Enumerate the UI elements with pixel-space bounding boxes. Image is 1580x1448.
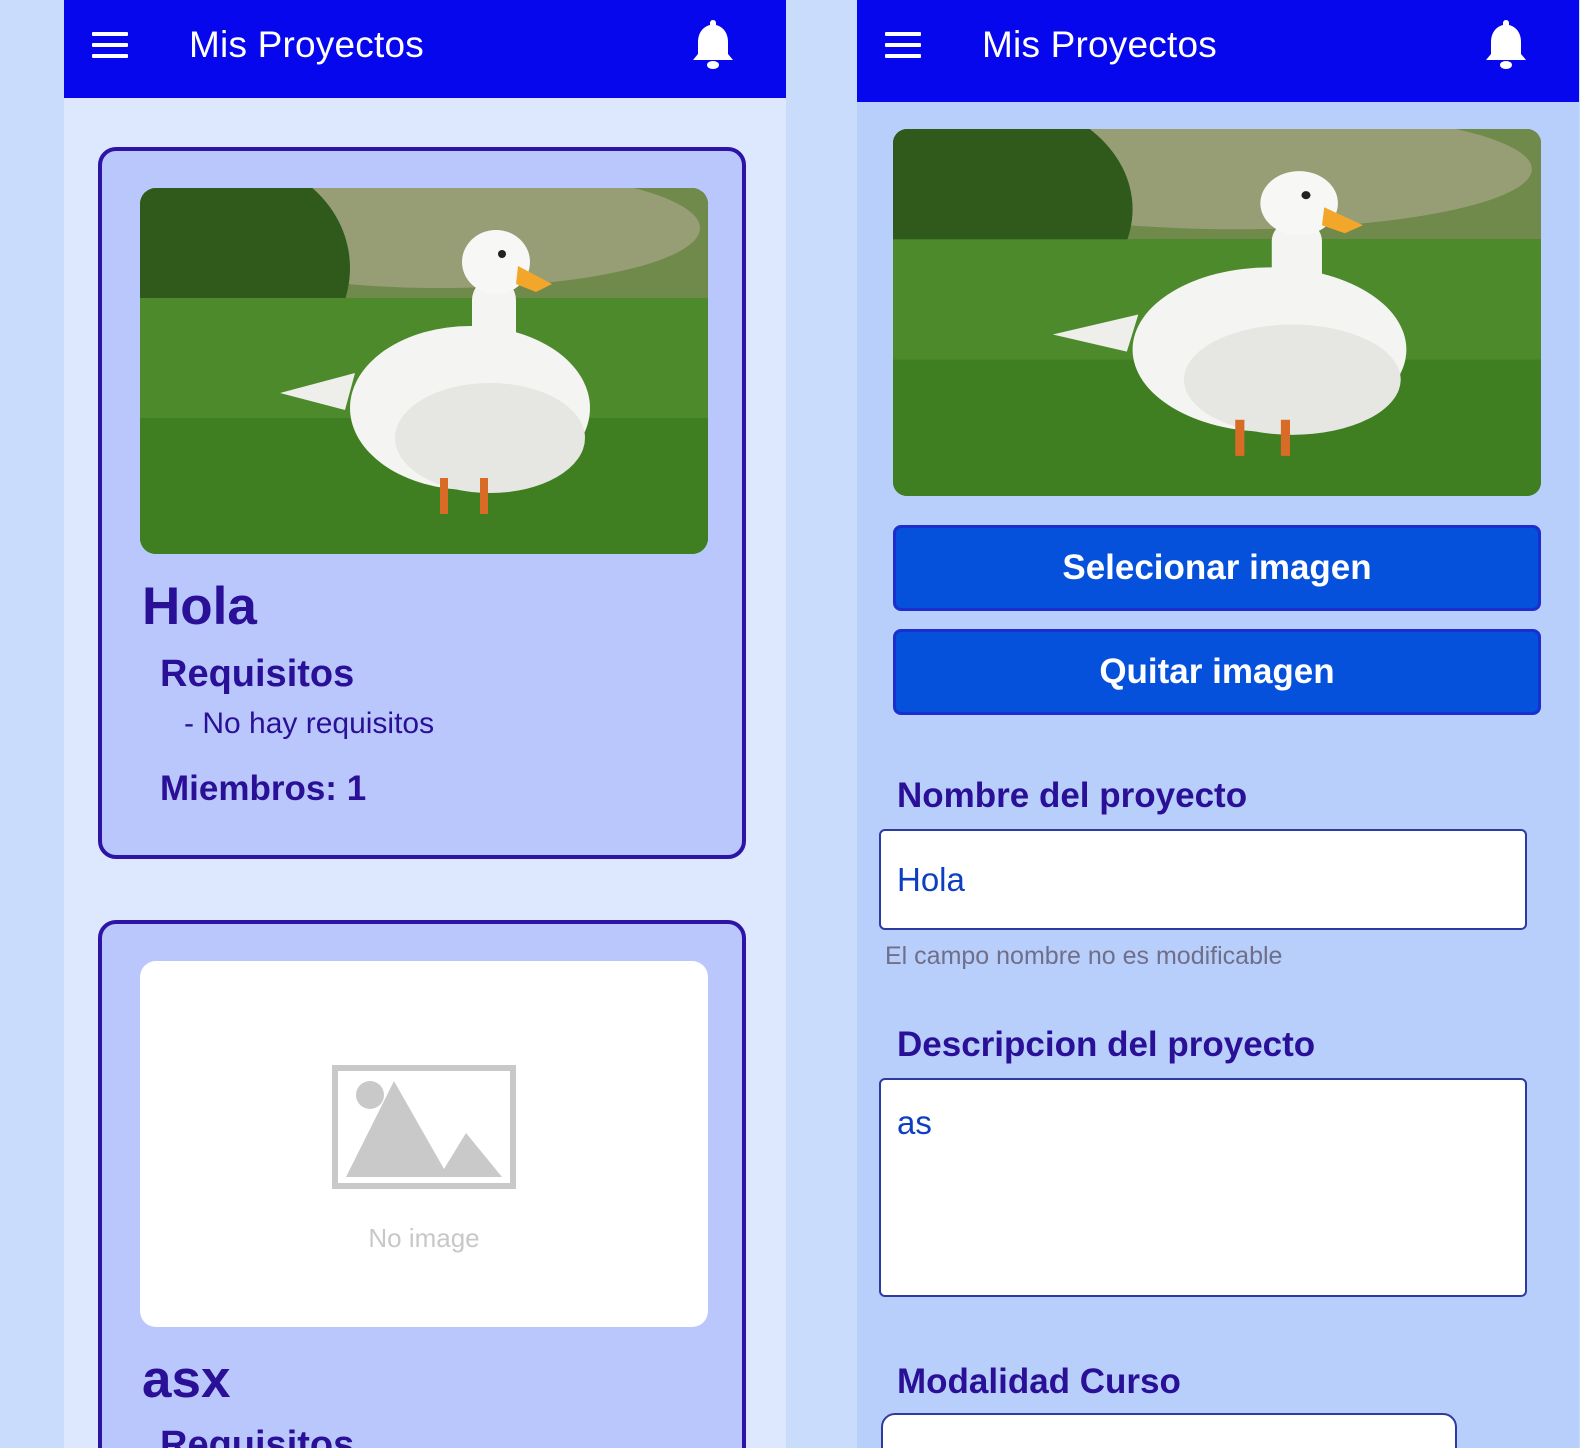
project-image	[140, 188, 708, 554]
duck-photo	[893, 129, 1541, 496]
project-description-field[interactable]: as	[879, 1078, 1527, 1297]
project-description-label: Descripcion del proyecto	[897, 1025, 1316, 1064]
project-title: Hola	[142, 577, 257, 636]
project-card[interactable]: Hola Requisitos - No hay requisitos Miem…	[98, 147, 746, 859]
page-title: Mis Proyectos	[982, 24, 1217, 65]
modality-select[interactable]	[881, 1413, 1457, 1448]
project-edit-screen: Mis Proyectos Selecionar imagen Quitar i…	[857, 0, 1579, 1448]
requirement-item: - No hay requisitos	[184, 707, 435, 740]
page-title: Mis Proyectos	[189, 24, 424, 65]
no-image-label: No image	[368, 1223, 480, 1253]
modality-label: Modalidad Curso	[897, 1362, 1181, 1401]
members-count: Miembros: 1	[160, 769, 367, 808]
remove-image-button[interactable]: Quitar imagen	[893, 629, 1541, 715]
project-name-helper: El campo nombre no es modificable	[885, 942, 1283, 970]
select-image-button[interactable]: Selecionar imagen	[893, 525, 1541, 611]
requirements-heading: Requisitos	[160, 1424, 355, 1448]
menu-icon[interactable]	[90, 28, 130, 62]
app-bar: Mis Proyectos	[64, 0, 786, 98]
project-name-field[interactable]: Hola	[879, 829, 1527, 930]
projects-list-screen: Mis Proyectos Hola Requisitos - No hay r…	[64, 0, 786, 1448]
project-title: asx	[142, 1350, 231, 1409]
project-name-label: Nombre del proyecto	[897, 776, 1248, 815]
project-image-preview	[893, 129, 1541, 496]
menu-icon[interactable]	[883, 28, 923, 62]
duck-photo	[140, 188, 708, 554]
app-bar: Mis Proyectos	[857, 0, 1579, 102]
image-placeholder-icon	[332, 1065, 516, 1189]
requirements-heading: Requisitos	[160, 653, 355, 695]
bell-icon[interactable]	[690, 18, 736, 70]
no-image-placeholder: No image	[140, 961, 708, 1327]
bell-icon[interactable]	[1483, 18, 1529, 70]
project-card[interactable]: No image asx Requisitos	[98, 920, 746, 1448]
